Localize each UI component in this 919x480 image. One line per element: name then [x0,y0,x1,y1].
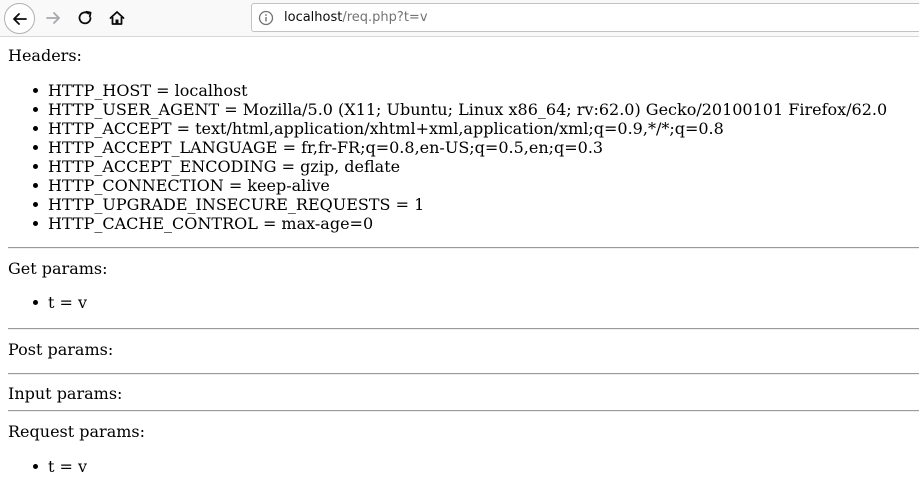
back-button[interactable] [4,3,35,34]
reload-icon [78,10,92,25]
post-params-title: Post params: [8,340,114,359]
request-params-list: t = v [0,457,87,476]
home-button[interactable] [104,6,130,30]
list-item: HTTP_ACCEPT = text/html,application/xhtm… [32,119,887,138]
get-params-list: t = v [0,293,87,312]
reload-button[interactable] [72,6,98,30]
divider [8,410,919,412]
input-params-title: Input params: [8,384,123,403]
list-item: HTTP_USER_AGENT = Mozilla/5.0 (X11; Ubun… [32,100,888,119]
list-item: HTTP_HOST = localhost [32,81,887,100]
url-host: localhost [284,10,343,25]
forward-button[interactable] [40,6,66,30]
get-params-title: Get params: [8,259,108,278]
headers-list: HTTP_HOST = localhost HTTP_USER_AGENT = … [0,81,887,233]
url-path: /req.php?t=v [342,10,428,25]
divider [8,328,919,330]
url-text[interactable]: localhost/req.php?t=v [284,9,428,26]
list-item: HTTP_CACHE_CONTROL = max-age=0 [32,214,887,233]
address-bar[interactable]: localhost/req.php?t=v [251,3,919,32]
divider [8,247,919,249]
list-item: HTTP_UPGRADE_INSECURE_REQUESTS = 1 [32,195,887,214]
home-icon [109,11,125,25]
list-item: t = v [32,457,88,476]
headers-title: Headers: [8,46,82,65]
info-icon[interactable] [258,10,274,26]
browser-toolbar: localhost/req.php?t=v [0,0,919,37]
arrow-right-icon [46,12,60,24]
list-item: HTTP_CONNECTION = keep-alive [32,176,887,195]
divider [8,373,919,375]
request-params-title: Request params: [8,422,145,441]
arrow-left-icon [12,12,27,25]
list-item: HTTP_ACCEPT_ENCODING = gzip, deflate [32,157,887,176]
list-item: t = v [32,293,88,312]
list-item: HTTP_ACCEPT_LANGUAGE = fr,fr-FR;q=0.8,en… [32,138,887,157]
